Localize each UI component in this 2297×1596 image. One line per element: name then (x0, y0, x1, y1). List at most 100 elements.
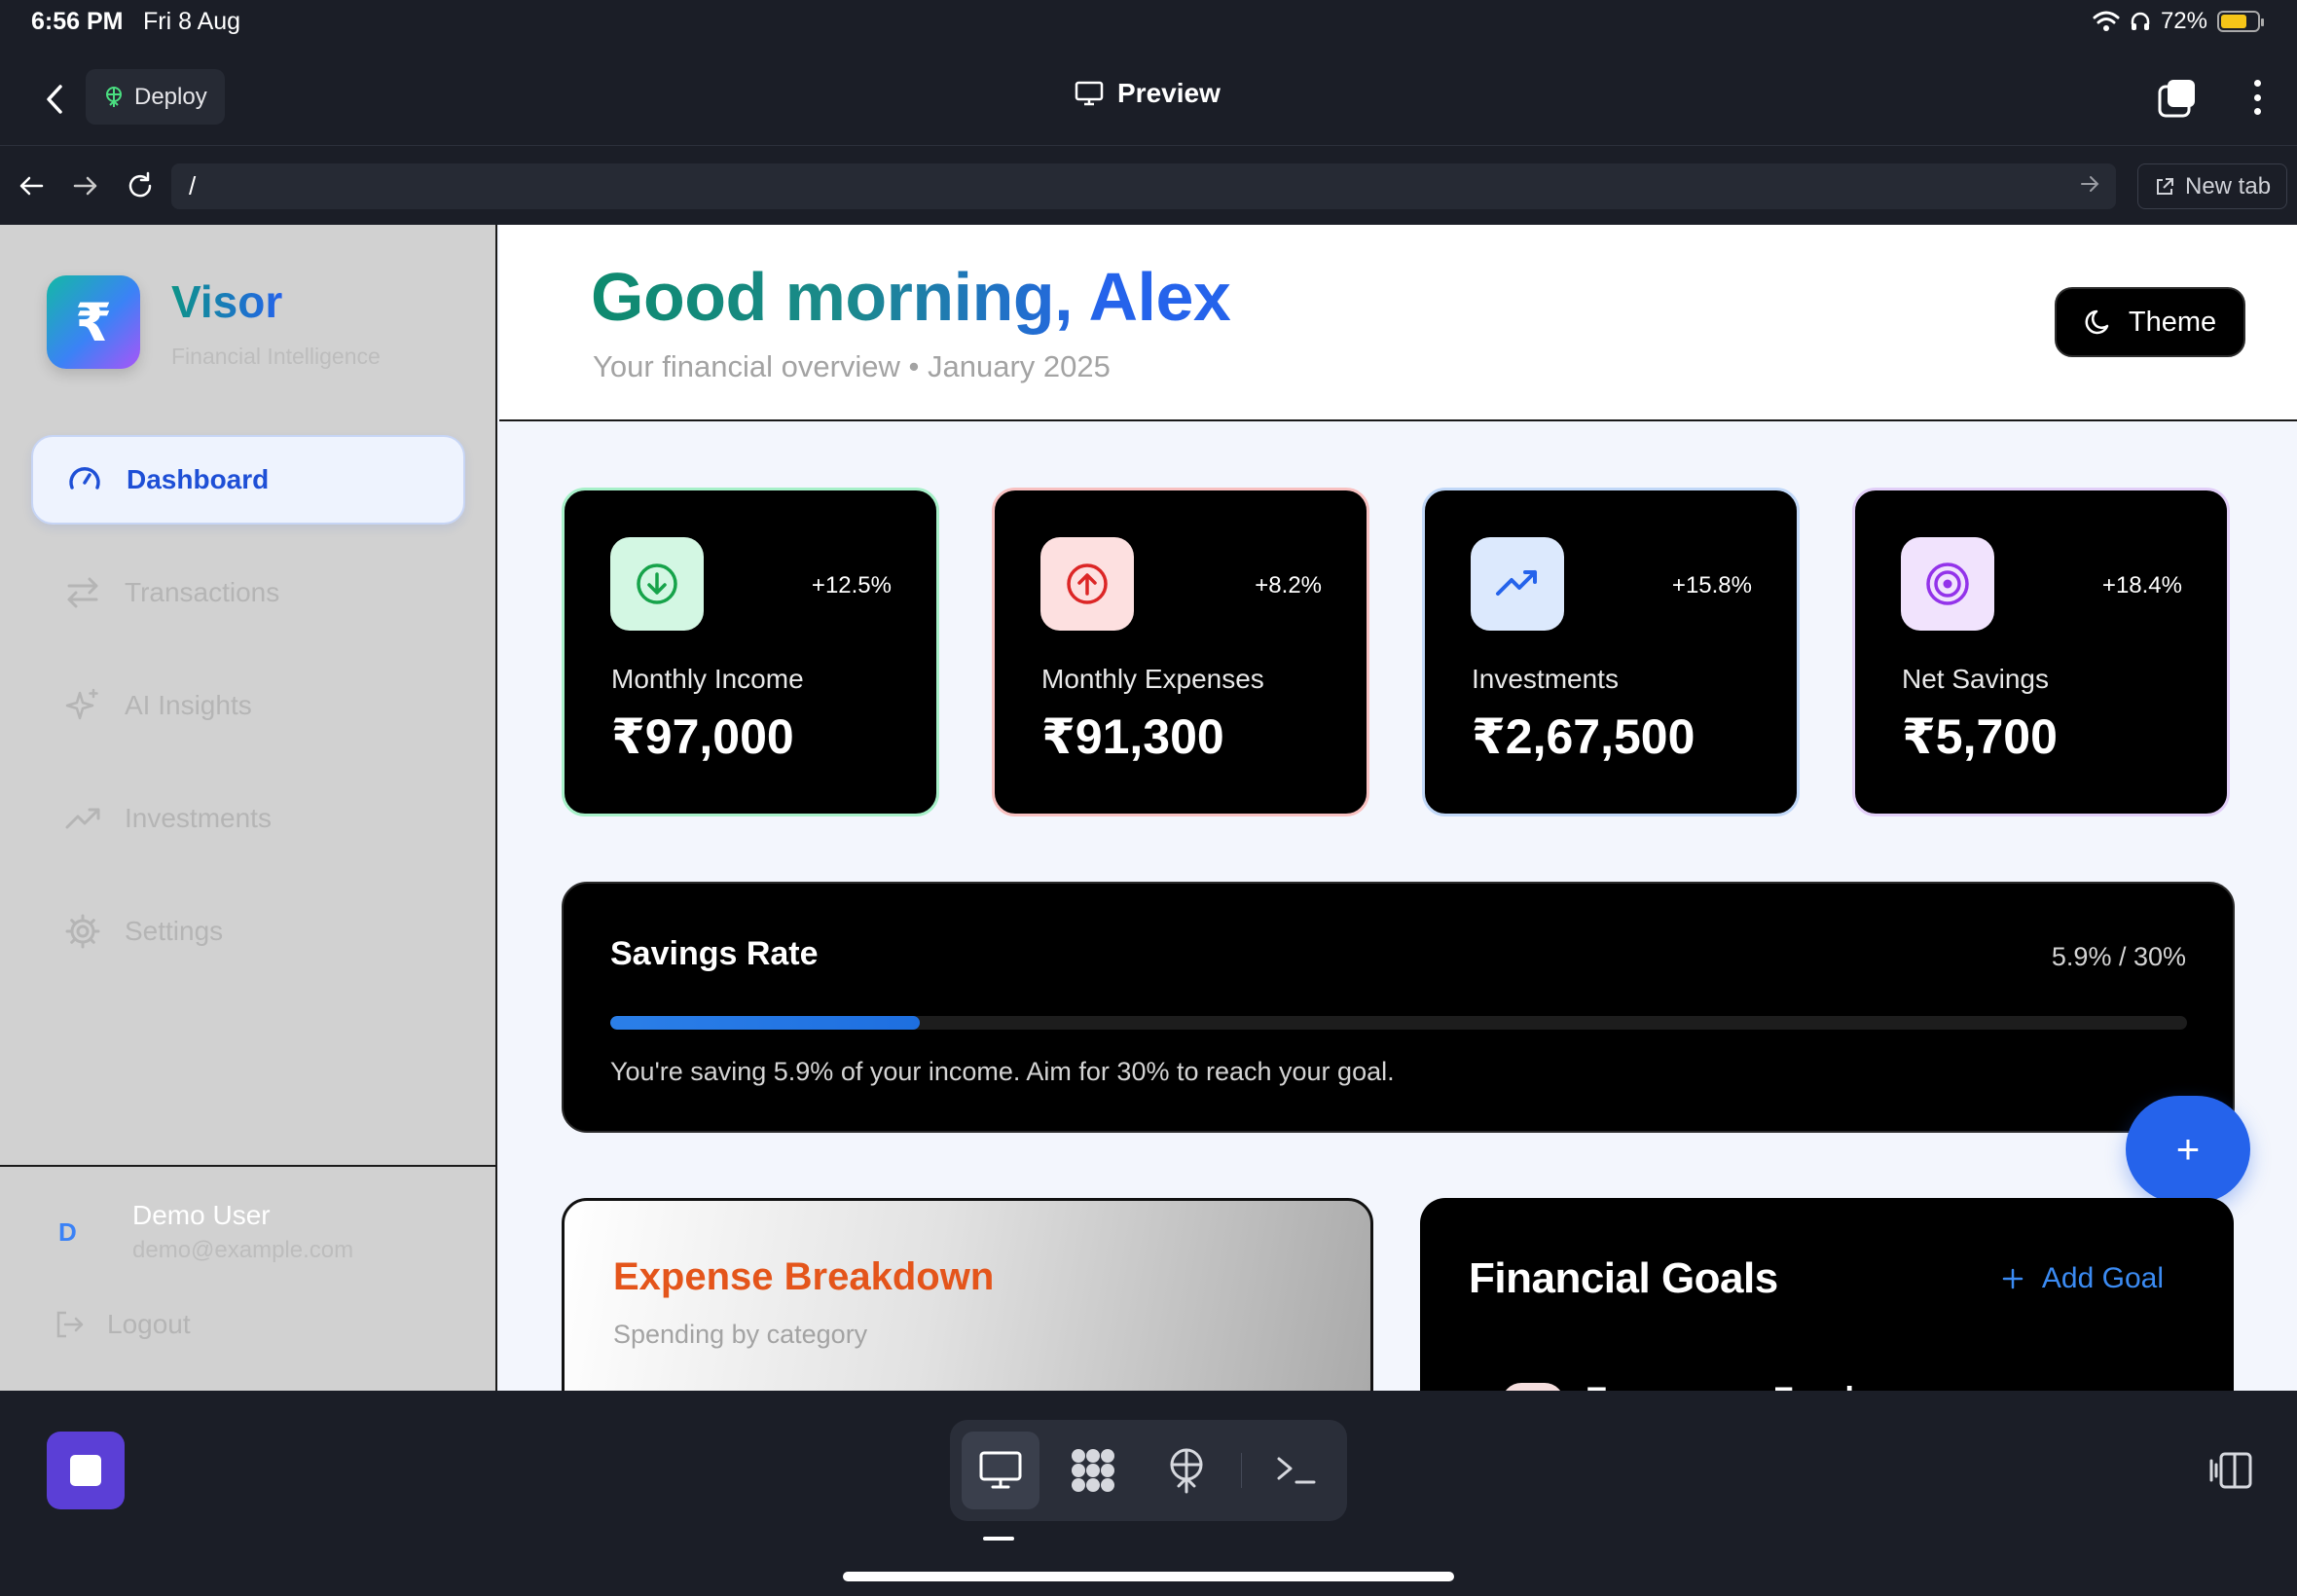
sidebar-item-investments[interactable]: Investments (31, 774, 465, 863)
sidebar-item-label: Settings (125, 916, 224, 946)
home-indicator[interactable] (843, 1572, 1454, 1581)
monitor-icon (979, 1451, 1022, 1489)
go-arrow-icon[interactable] (2079, 173, 2100, 195)
tabs-button[interactable] (2157, 78, 2198, 119)
stat-value: ₹5,700 (1902, 709, 2058, 764)
trending-up-icon (65, 808, 100, 829)
app-bar: Deploy Preview (0, 49, 2297, 146)
split-view-icon (2209, 1452, 2252, 1489)
split-view-button[interactable] (2207, 1451, 2254, 1495)
stat-card-net-savings[interactable]: +18.4% Net Savings ₹5,700 (1852, 488, 2230, 816)
status-bar: 6:56 PM Fri 8 Aug 72% (0, 0, 2297, 49)
add-fab-button[interactable]: + (2126, 1096, 2250, 1203)
view-switcher (950, 1420, 1347, 1521)
new-tab-button[interactable]: New tab (2137, 163, 2288, 209)
stop-button[interactable] (47, 1432, 125, 1509)
sidebar-item-settings[interactable]: Settings (31, 887, 465, 976)
more-menu-icon[interactable] (2242, 76, 2272, 119)
brand-name: Visor (171, 276, 283, 327)
arrow-down-circle-icon (637, 563, 677, 604)
toolbar-divider (1240, 1453, 1243, 1488)
battery-icon (2217, 11, 2264, 32)
goal-icon (1502, 1383, 1564, 1391)
back-button[interactable] (33, 78, 76, 121)
external-link-icon (2157, 177, 2173, 195)
savings-rate-card: Savings Rate 5.9% / 30% You're saving 5.… (562, 882, 2235, 1133)
stat-value: ₹91,300 (1041, 709, 1224, 764)
logout-label: Logout (107, 1309, 191, 1339)
battery-percent: 72% (2160, 8, 2207, 34)
deploy-button[interactable]: Deploy (86, 69, 225, 125)
sidebar-item-dashboard[interactable]: Dashboard (31, 435, 465, 525)
avatar[interactable]: D (58, 1217, 77, 1248)
user-name: Demo User (132, 1200, 271, 1230)
url-bar: / New tab (0, 147, 2297, 225)
url-text: / (189, 171, 197, 200)
preview-label: Preview (1117, 78, 1221, 108)
terminal-tool-button[interactable] (1258, 1432, 1335, 1509)
rupee-icon: ₹ (75, 293, 112, 352)
browser-back-button[interactable] (12, 166, 51, 205)
deploy-icon (106, 86, 122, 107)
investments-icon-box (1471, 537, 1564, 631)
deploy-tool-button[interactable] (1148, 1432, 1225, 1509)
plus-icon (2002, 1268, 2024, 1289)
sidebar-nav: Dashboard Transactions AI Insights Inves… (31, 435, 465, 999)
preview-title: Preview (1075, 78, 1221, 109)
expense-breakdown-title: Expense Breakdown (613, 1255, 995, 1298)
sidebar-item-transactions[interactable]: Transactions (31, 548, 465, 637)
logout-button[interactable]: Logout (55, 1309, 191, 1340)
brand-subtitle: Financial Intelligence (171, 344, 381, 369)
stat-card-income[interactable]: +12.5% Monthly Income ₹97,000 (562, 488, 939, 816)
goal-name: Emergency Fund (1586, 1381, 1854, 1391)
active-tool-indicator (983, 1537, 1014, 1541)
savings-progress-bar (610, 1016, 2187, 1030)
reload-icon (128, 171, 152, 198)
stat-value: ₹97,000 (611, 709, 794, 764)
sidebar-divider (0, 1165, 497, 1167)
new-tab-label: New tab (2185, 172, 2272, 200)
stat-value: ₹2,67,500 (1472, 709, 1695, 764)
sidebar-item-label: AI Insights (125, 690, 252, 720)
wifi-icon (2093, 11, 2120, 31)
stat-change: +18.4% (2101, 572, 2182, 598)
browser-forward-button[interactable] (66, 166, 105, 205)
user-email: demo@example.com (132, 1237, 354, 1263)
savings-rate-title: Savings Rate (610, 935, 819, 972)
expense-breakdown-card: Expense Breakdown Spending by category (562, 1198, 1373, 1391)
status-time: 6:56 PM (31, 8, 124, 35)
expense-breakdown-subtitle: Spending by category (613, 1320, 868, 1349)
expenses-icon-box (1040, 537, 1134, 631)
arrow-up-circle-icon (1067, 563, 1108, 604)
financial-goals-title: Financial Goals (1469, 1254, 1778, 1302)
arrow-left-icon (19, 176, 44, 196)
sidebar-item-label: Dashboard (127, 464, 270, 494)
sidebar: ₹ Visor Financial Intelligence Dashboard… (0, 225, 497, 1391)
chevron-left-icon (47, 85, 62, 114)
sidebar-item-label: Transactions (125, 577, 280, 607)
theme-toggle-button[interactable]: Theme (2055, 287, 2245, 357)
stat-card-expenses[interactable]: +8.2% Monthly Expenses ₹91,300 (992, 488, 1369, 816)
stat-label: Monthly Income (611, 664, 804, 694)
add-goal-label: Add Goal (2041, 1262, 2164, 1294)
workspace-tool-button[interactable] (1055, 1432, 1133, 1509)
stat-change: +8.2% (1255, 572, 1322, 598)
headphones-icon (2131, 12, 2150, 30)
status-indicators: 72% (2093, 8, 2264, 35)
stat-change: +15.8% (1671, 572, 1752, 598)
workspace-icon (1072, 1449, 1115, 1492)
stat-card-investments[interactable]: +15.8% Investments ₹2,67,500 (1422, 488, 1800, 816)
url-input[interactable]: / (171, 163, 2116, 209)
deploy-icon (1170, 1448, 1203, 1494)
terminal-icon (1277, 1457, 1316, 1484)
deploy-label: Deploy (134, 83, 207, 110)
gear-icon (65, 914, 100, 949)
add-goal-button[interactable]: Add Goal (2001, 1262, 2164, 1295)
stop-icon (70, 1455, 101, 1486)
income-icon-box (610, 537, 704, 631)
reload-button[interactable] (121, 166, 160, 205)
sidebar-item-ai-insights[interactable]: AI Insights (31, 661, 465, 750)
preview-tool-button[interactable] (962, 1432, 1039, 1509)
brand-logo: ₹ (47, 275, 140, 369)
financial-goals-card: Financial Goals Add Goal Emergency Fund (1420, 1198, 2234, 1391)
